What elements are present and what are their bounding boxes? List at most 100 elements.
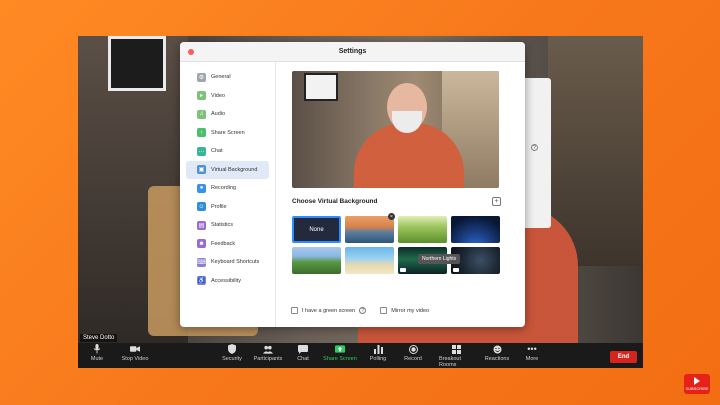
sidebar-item-label: Statistics	[211, 222, 234, 229]
background-grass-thumbnail[interactable]	[398, 216, 447, 243]
sidebar-item-virtual-background[interactable]: ▣ Virtual Background	[186, 160, 269, 179]
keyboard-icon: ⌨	[197, 257, 206, 267]
more-button[interactable]: ••• More	[515, 344, 549, 362]
record-icon: ●	[197, 183, 206, 193]
share-screen-icon: ↑	[197, 128, 206, 138]
video-badge-icon	[453, 268, 459, 272]
green-screen-checkbox[interactable]	[291, 307, 298, 314]
security-button[interactable]: Security	[215, 344, 249, 362]
video-camera-icon	[130, 344, 140, 354]
help-icon[interactable]: ?	[531, 144, 538, 151]
settings-dialog: Settings ⚙ General ▸ Video ♫ Audio ↑ Sha…	[180, 42, 525, 327]
mirror-video-checkbox[interactable]	[380, 307, 388, 314]
video-icon: ▸	[197, 91, 206, 101]
smiley-icon	[492, 344, 502, 354]
remove-background-icon[interactable]: ×	[388, 213, 395, 220]
chat-bubble-icon	[298, 344, 308, 354]
breakout-rooms-label: Breakout Rooms	[439, 356, 462, 368]
sidebar-item-label: Chat	[211, 148, 223, 155]
video-scene-picture-frame	[108, 36, 166, 91]
sidebar-item-label: Keyboard Shortcuts	[211, 259, 260, 266]
stop-video-label: Stop Video	[121, 356, 149, 362]
sidebar-item-feedback[interactable]: ☻ Feedback	[186, 235, 269, 254]
sidebar-item-label: Accessibility	[211, 277, 241, 284]
record-button[interactable]: Record	[396, 344, 430, 362]
feedback-icon: ☻	[197, 239, 206, 249]
profile-icon: ☺	[197, 202, 206, 212]
mirror-video-label: Mirror my video	[391, 307, 430, 314]
settings-sidebar: ⚙ General ▸ Video ♫ Audio ↑ Share Screen…	[180, 62, 276, 327]
shield-icon	[227, 344, 237, 354]
record-icon	[408, 344, 418, 354]
grid-icon	[451, 344, 461, 354]
subscribe-label: SUBSCRIBE	[685, 386, 709, 391]
record-label: Record	[404, 356, 422, 362]
background-options: I have a green screen ? Mirror my video	[291, 307, 429, 314]
stop-video-button[interactable]: Stop Video	[118, 344, 152, 362]
sidebar-item-statistics[interactable]: ▤ Statistics	[186, 216, 269, 235]
background-panel-edge: ?	[525, 78, 551, 228]
sidebar-item-video[interactable]: ▸ Video	[186, 87, 269, 106]
accessibility-icon: ♿	[197, 276, 206, 286]
play-icon	[694, 377, 700, 385]
participants-button[interactable]: Participants	[251, 344, 285, 362]
participants-label: Participants	[253, 356, 283, 362]
background-field-thumbnail[interactable]	[292, 247, 341, 274]
background-none-label: None	[309, 226, 324, 233]
sidebar-item-general[interactable]: ⚙ General	[186, 68, 269, 87]
bar-chart-icon	[373, 344, 383, 354]
sidebar-item-audio[interactable]: ♫ Audio	[186, 105, 269, 124]
people-icon	[263, 344, 273, 354]
sidebar-item-label: Feedback	[211, 240, 236, 247]
microphone-icon	[92, 344, 102, 354]
share-screen-icon	[335, 344, 345, 354]
sidebar-item-label: Recording	[211, 185, 237, 192]
sidebar-item-keyboard-shortcuts[interactable]: ⌨ Keyboard Shortcuts	[186, 253, 269, 272]
share-screen-label: Share Screen	[323, 356, 357, 362]
background-none-thumbnail[interactable]: None	[292, 216, 341, 243]
breakout-rooms-button[interactable]: Breakout Rooms	[439, 344, 473, 368]
mute-button[interactable]: Mute	[80, 344, 114, 362]
video-preview	[292, 71, 499, 188]
more-dots-icon: •••	[527, 344, 537, 354]
background-beach-thumbnail[interactable]	[345, 247, 394, 274]
sidebar-item-label: Audio	[211, 111, 226, 118]
end-meeting-button[interactable]: End	[610, 351, 637, 363]
polling-button[interactable]: Polling	[361, 344, 395, 362]
sidebar-item-label: Share Screen	[211, 129, 245, 136]
background-earth-thumbnail[interactable]	[451, 216, 500, 243]
share-screen-button[interactable]: Share Screen	[323, 344, 357, 362]
sidebar-item-label: Virtual Background	[211, 166, 258, 173]
reactions-label: Reactions	[484, 356, 510, 362]
statistics-icon: ▤	[197, 220, 206, 230]
headphones-icon: ♫	[197, 109, 206, 119]
video-badge-icon	[400, 268, 406, 272]
gear-icon: ⚙	[197, 72, 206, 82]
chat-icon: …	[197, 146, 206, 156]
sidebar-item-recording[interactable]: ● Recording	[186, 179, 269, 198]
reactions-button[interactable]: Reactions	[480, 344, 514, 362]
green-screen-label: I have a green screen	[302, 307, 356, 314]
chat-label: Chat	[297, 356, 309, 362]
settings-title: Settings	[338, 48, 367, 55]
sidebar-item-label: General	[211, 74, 231, 81]
chat-button[interactable]: Chat	[286, 344, 320, 362]
add-background-icon[interactable]: +	[492, 197, 501, 206]
settings-titlebar: Settings	[180, 42, 525, 62]
sidebar-item-label: Video	[211, 92, 225, 99]
sidebar-item-accessibility[interactable]: ♿ Accessibility	[186, 272, 269, 291]
sidebar-item-label: Profile	[211, 203, 227, 210]
help-icon[interactable]: ?	[359, 307, 367, 314]
subscribe-badge[interactable]: SUBSCRIBE	[684, 374, 710, 394]
security-label: Security	[222, 356, 242, 362]
sidebar-item-profile[interactable]: ☺ Profile	[186, 198, 269, 217]
sidebar-item-chat[interactable]: … Chat	[186, 142, 269, 161]
mute-label: Mute	[90, 356, 104, 362]
participant-name-tag: Steve Dotto	[80, 334, 118, 342]
background-golden-gate-thumbnail[interactable]	[345, 216, 394, 243]
polling-label: Polling	[369, 356, 387, 362]
more-label: More	[525, 356, 539, 362]
choose-background-title: Choose Virtual Background	[292, 198, 378, 205]
sidebar-item-share-screen[interactable]: ↑ Share Screen	[186, 124, 269, 143]
close-window-button[interactable]	[188, 49, 194, 55]
